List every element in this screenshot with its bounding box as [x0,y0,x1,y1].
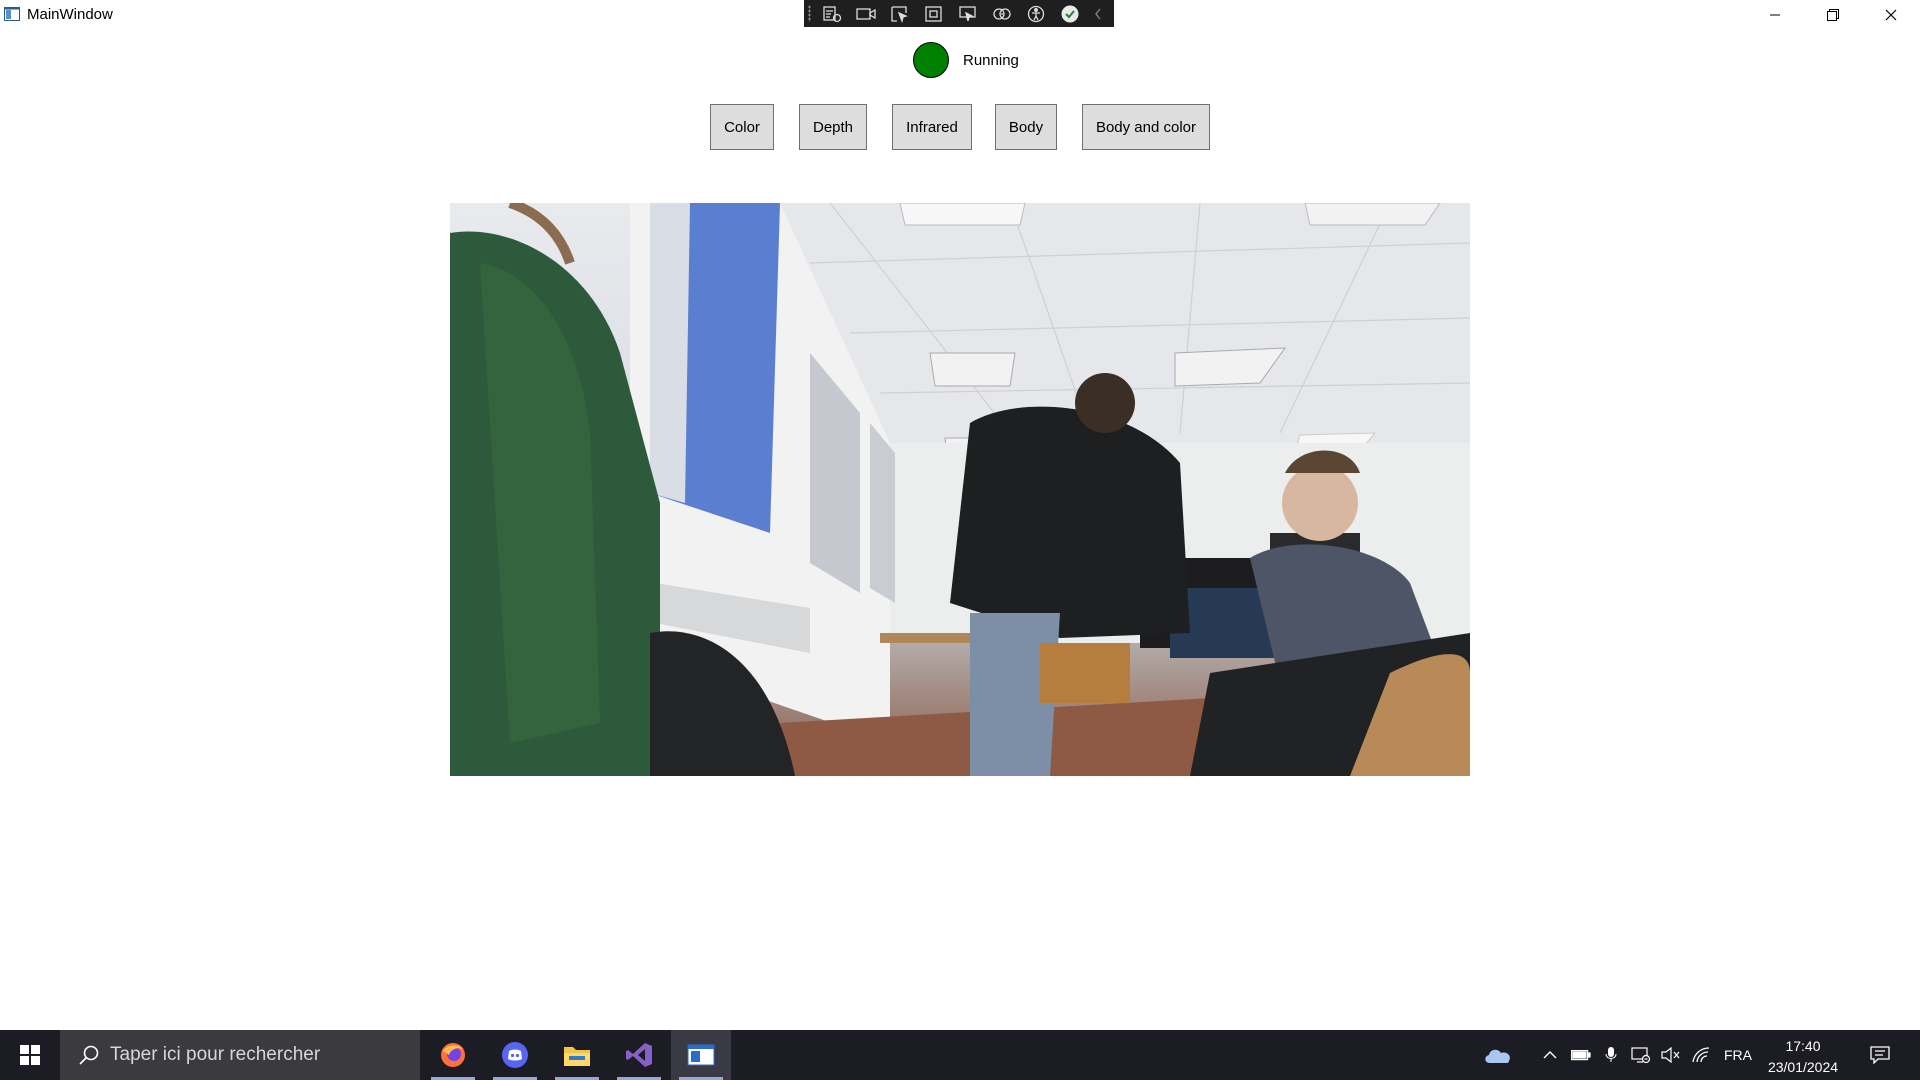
select-element-icon[interactable] [886,1,914,26]
status-area: Running [913,42,1019,78]
onedrive-icon[interactable] [1478,1030,1518,1080]
toolbar-grip[interactable] [808,5,811,22]
collapse-chevron-icon[interactable] [1090,1,1106,26]
file-explorer-icon[interactable] [547,1030,607,1080]
live-visual-tree-icon[interactable] [818,1,846,26]
search-placeholder: Taper ici pour rechercher [110,1044,321,1065]
depth-button[interactable]: Depth [799,104,867,150]
close-icon[interactable] [1862,0,1920,30]
video-icon[interactable] [852,1,880,26]
body-button[interactable]: Body [995,104,1057,150]
window-controls [1746,0,1920,30]
discord-icon[interactable] [485,1030,545,1080]
color-button[interactable]: Color [710,104,774,150]
notification-center-icon[interactable] [1862,1030,1898,1080]
status-label: Running [963,51,1019,69]
show-hidden-icons-chevron-icon[interactable] [1538,1030,1562,1080]
microphone-icon[interactable] [1598,1030,1624,1080]
infrared-button[interactable]: Infrared [892,104,972,150]
restore-icon[interactable] [1804,0,1862,30]
taskbar-clock[interactable]: 17:40 23/01/2024 [1758,1036,1848,1078]
window-title: MainWindow [27,6,113,23]
search-icon [78,1044,100,1071]
title-bar: MainWindow [0,0,1920,30]
binding-failures-icon[interactable] [988,1,1016,26]
battery-icon[interactable] [1568,1030,1594,1080]
camera-feed-image [450,203,1470,776]
mainwindow-app-icon[interactable] [671,1030,731,1080]
firefox-icon[interactable] [423,1030,483,1080]
window-app-icon [4,6,20,22]
xaml-debug-toolbar [804,0,1114,27]
display-layout-adorners-icon[interactable] [920,1,948,26]
visual-studio-icon[interactable] [609,1030,669,1080]
wifi-icon[interactable] [1688,1030,1714,1080]
accessibility-icon[interactable] [1022,1,1050,26]
track-focus-icon[interactable] [954,1,982,26]
mode-buttons: Color Depth Infrared Body Body and color [0,104,1920,152]
clock-time: 17:40 [1785,1038,1821,1054]
taskbar-search-box[interactable]: Taper ici pour rechercher [60,1030,420,1080]
hot-reload-ok-icon[interactable] [1056,1,1084,26]
language-indicator[interactable]: FRA [1718,1030,1758,1080]
status-indicator [913,42,949,78]
windows-start-icon[interactable] [0,1030,60,1080]
taskbar: Taper ici pour rechercher FRA 17:40 23/0… [0,1030,1920,1080]
display-network-icon[interactable] [1628,1030,1654,1080]
clock-date: 23/01/2024 [1767,1059,1839,1075]
volume-muted-icon[interactable] [1658,1030,1684,1080]
minimize-icon[interactable] [1746,0,1804,30]
body-and-color-button[interactable]: Body and color [1082,104,1210,150]
